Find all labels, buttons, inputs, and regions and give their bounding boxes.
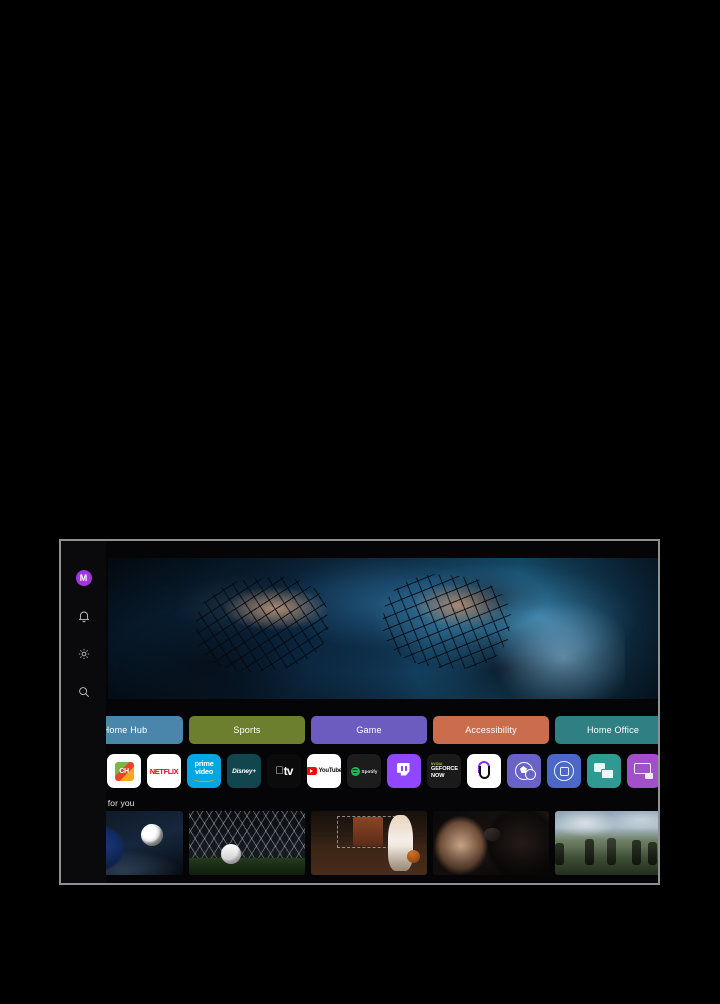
samsung-tv-plus-icon: CH (114, 761, 134, 781)
app-tile-smartthings[interactable] (547, 754, 581, 788)
top-picks-row (67, 811, 658, 875)
category-button-home-office[interactable]: Home Office (555, 716, 658, 744)
ubisoft-icon (476, 761, 493, 781)
prime-video-icon: prime video (193, 760, 215, 782)
category-button-game[interactable]: Game (311, 716, 427, 744)
thumbnail-overlay (555, 811, 658, 875)
profile-avatar[interactable]: M (71, 565, 97, 591)
hero-artwork (108, 558, 658, 699)
thumbnail-overlay (311, 811, 427, 875)
tv-device-frame: M Home Hub Sports Game Accessibility Hom… (59, 539, 660, 885)
smartthings-icon (554, 761, 574, 781)
netflix-icon: NETFLIX (149, 766, 179, 776)
app-tile-prime-video[interactable]: prime video (187, 754, 221, 788)
category-button-accessibility[interactable]: Accessibility (433, 716, 549, 744)
top-pick-boxing[interactable] (433, 811, 549, 875)
workspace-icon (634, 763, 654, 779)
gaming-hub-icon (515, 762, 536, 780)
spotify-icon: Spotify (350, 766, 378, 776)
multi-view-icon (594, 763, 614, 779)
top-pick-soccer-net[interactable] (189, 811, 305, 875)
thumbnail-overlay (433, 811, 549, 875)
app-tile-youtube[interactable]: YouTube (307, 754, 341, 788)
top-pick-american-football[interactable] (555, 811, 658, 875)
app-tile-geforce-now[interactable]: NVIDIA GEFORCE NOW (427, 754, 461, 788)
avatar-initial: M (75, 570, 92, 586)
category-button-label: Accessibility (465, 725, 517, 735)
hero-banner[interactable] (108, 558, 658, 699)
category-button-label: Home Hub (102, 725, 148, 735)
search-icon[interactable] (71, 679, 97, 705)
top-pick-basketball[interactable] (311, 811, 427, 875)
category-button-label: Game (356, 725, 382, 735)
app-tile-apple-tv[interactable]: tv (267, 754, 301, 788)
app-row: APPSCHNETFLIXprimevideoDisney+tvYouTube… (67, 754, 658, 788)
app-tile-ubisoft[interactable] (467, 754, 501, 788)
category-button-label: Sports (233, 725, 261, 735)
app-tile-gaming-hub[interactable] (507, 754, 541, 788)
thumbnail-overlay (189, 811, 305, 875)
youtube-icon: YouTube (307, 767, 341, 775)
bell-icon[interactable] (71, 603, 97, 629)
app-tile-samsung-tv-plus[interactable]: CH (107, 754, 141, 788)
bell-icon-glyph (78, 611, 89, 623)
disney-plus-icon: Disney+ (232, 767, 256, 775)
category-button-sports[interactable]: Sports (189, 716, 305, 744)
app-tile-disney-plus[interactable]: Disney+ (227, 754, 261, 788)
sidebar: M (61, 541, 106, 883)
gear-icon-glyph (78, 648, 89, 660)
category-button-label: Home Office (586, 725, 640, 735)
app-tile-multi-view[interactable] (587, 754, 621, 788)
tv-screen: M Home Hub Sports Game Accessibility Hom… (61, 541, 658, 883)
search-icon-glyph (78, 687, 89, 697)
geforce-now-icon: NVIDIA GEFORCE NOW (431, 761, 458, 779)
app-tile-netflix[interactable]: NETFLIX (147, 754, 181, 788)
category-row: Home Hub Sports Game Accessibility Home Offi… (67, 716, 658, 744)
twitch-icon (397, 763, 412, 779)
gear-icon[interactable] (71, 641, 97, 667)
app-tile-spotify[interactable]: Spotify (347, 754, 381, 788)
apple-tv-icon: tv (275, 764, 293, 778)
app-tile-twitch[interactable] (387, 754, 421, 788)
app-tile-workspace[interactable] (627, 754, 658, 788)
